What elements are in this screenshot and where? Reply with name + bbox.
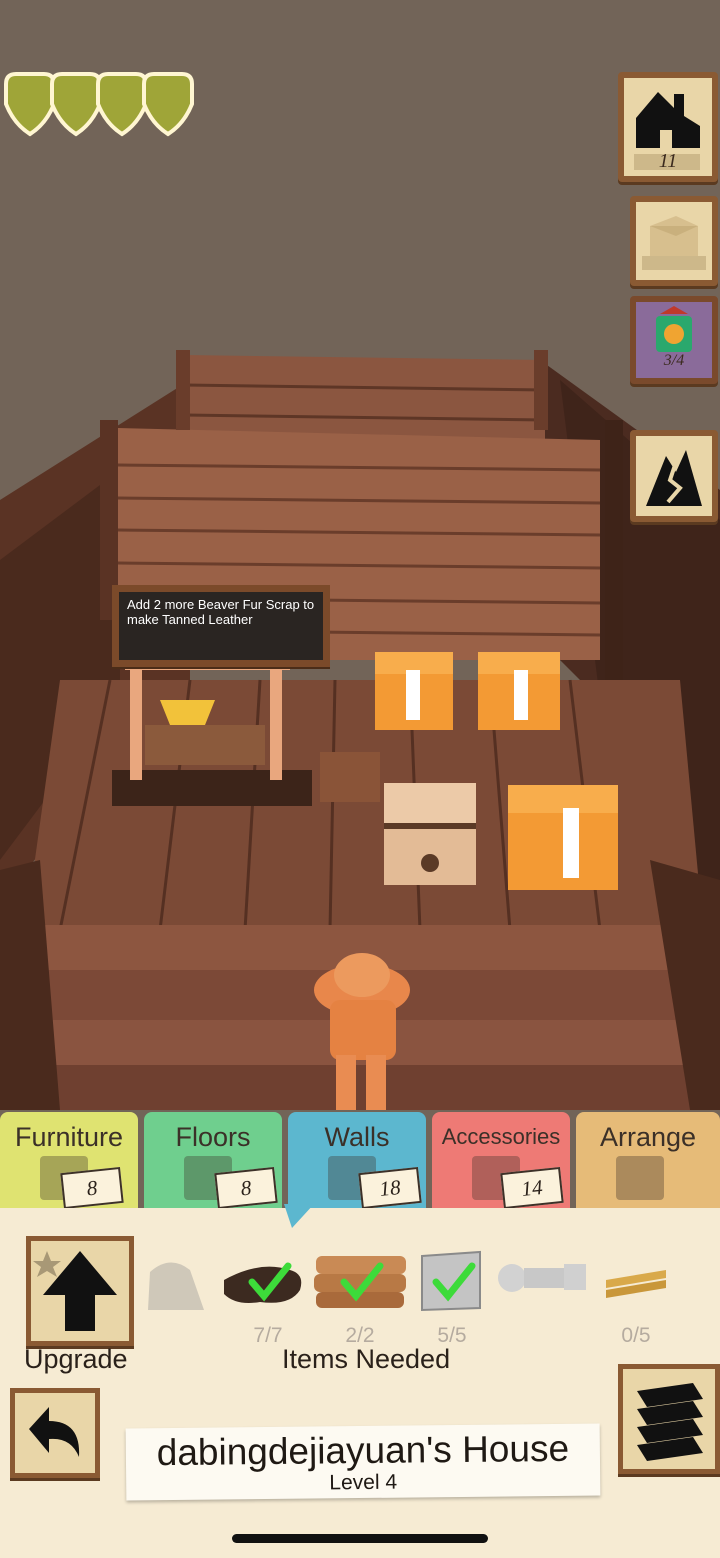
tab-floors[interactable]: Floors 8 (144, 1112, 282, 1210)
tab-furniture[interactable]: Furniture 8 (0, 1112, 138, 1210)
crate-icon (616, 1156, 664, 1200)
tab-label: Accessories (441, 1124, 561, 1149)
locked-chest[interactable] (384, 783, 476, 885)
totem-count: 3/4 (663, 352, 685, 369)
house-level: Level 4 (329, 1470, 398, 1495)
hearts (3, 72, 194, 137)
tab-label: Walls (324, 1122, 390, 1152)
tab-count: 18 (358, 1166, 422, 1210)
heart-icon (3, 72, 56, 137)
map-button[interactable] (630, 430, 718, 522)
box-icon (642, 216, 706, 270)
tab-count: 8 (214, 1166, 278, 1210)
undo-arrow-icon (29, 1407, 80, 1457)
heart-icon (96, 72, 148, 137)
totem-button[interactable]: 3/4 (630, 296, 718, 384)
upgrade-button[interactable] (26, 1236, 134, 1346)
house-title-card: dabingdejiayuan's House Level 4 (125, 1423, 601, 1501)
wood-sticks-count: 0/5 (621, 1324, 651, 1347)
storage-chest[interactable] (375, 652, 453, 730)
layers-button[interactable] (618, 1364, 720, 1474)
heart-icon (50, 72, 102, 137)
crafting-sign-text: Add 2 more Beaver Fur Scrap to make Tann… (127, 597, 315, 627)
home-indicator[interactable] (232, 1534, 488, 1543)
storage-chest[interactable] (478, 652, 560, 730)
storage-chest[interactable] (508, 785, 618, 890)
upgrade-label: Upgrade (24, 1344, 128, 1374)
tab-count: 8 (60, 1166, 124, 1210)
check-icon (340, 1262, 384, 1302)
house-name: dabingdejiayuan's House (156, 1427, 570, 1474)
tab-label: Furniture (14, 1122, 124, 1152)
back-button[interactable] (10, 1388, 100, 1478)
check-icon (248, 1262, 292, 1302)
check-icon (432, 1262, 476, 1302)
house-button[interactable]: 11 (618, 72, 718, 182)
tab-walls[interactable]: Walls 18 (288, 1112, 426, 1210)
items-needed-label: Items Needed (282, 1344, 451, 1374)
layers-icon (637, 1383, 703, 1461)
completed-checks (248, 1262, 476, 1302)
small-crate[interactable] (320, 752, 380, 802)
up-arrow-icon (33, 1251, 117, 1331)
tab-arrange[interactable]: Arrange (576, 1112, 720, 1210)
game-scene[interactable] (0, 0, 720, 1110)
tab-accessories[interactable]: Accessories 14 (432, 1112, 570, 1210)
tab-label: Arrange (599, 1122, 697, 1152)
storage-button[interactable] (630, 196, 718, 286)
health-bar (0, 0, 220, 150)
crafting-sign: Add 2 more Beaver Fur Scrap to make Tann… (112, 585, 330, 667)
house-count: 11 (658, 150, 678, 172)
active-tab-pointer (284, 1204, 314, 1228)
map-icon (646, 450, 702, 506)
tab-count: 14 (500, 1166, 564, 1210)
heart-icon (142, 72, 194, 137)
tab-label: Floors (175, 1122, 251, 1152)
